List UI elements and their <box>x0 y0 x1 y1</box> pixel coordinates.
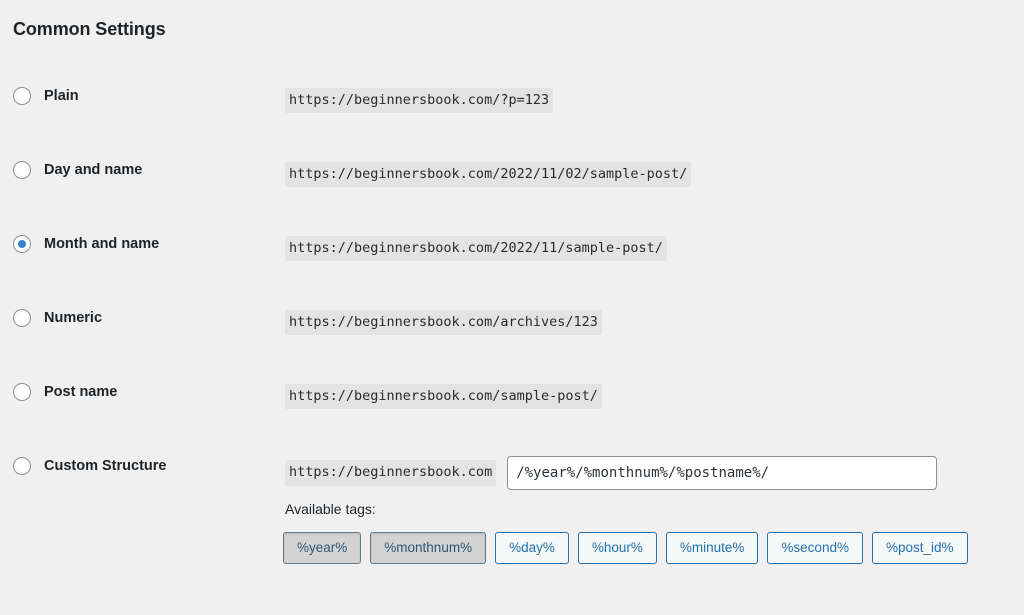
tag-button-day[interactable]: %day% <box>495 532 569 564</box>
available-tags-label: Available tags: <box>285 501 376 517</box>
permalink-example-url: https://beginnersbook.com/2022/11/sample… <box>285 236 667 262</box>
custom-structure-row: Custom Structure https://beginnersbook.co… <box>0 448 1024 578</box>
permalink-option-label: Post name <box>44 384 118 400</box>
permalink-option-numeric[interactable]: Numeric <box>13 309 102 327</box>
page-title: Common Settings <box>13 19 166 39</box>
permalink-option-row: Month and name https://beginnersbook.com/… <box>0 226 1024 300</box>
tag-button-minute[interactable]: %minute% <box>665 532 759 564</box>
permalink-example-url: https://beginnersbook.com/archives/123 <box>285 310 602 336</box>
permalink-option-label: Day and name <box>44 162 143 178</box>
permalink-option-row: Plain https://beginnersbook.com/?p=123 <box>0 78 1024 152</box>
permalink-option-month-and-name[interactable]: Month and name <box>13 235 159 253</box>
tag-button-second[interactable]: %second% <box>767 532 863 564</box>
available-tags-list: %year% %monthnum% %day% %hour% %minute% %seco… <box>283 532 968 564</box>
permalink-example-cell: https://beginnersbook.com/2022/11/sample… <box>285 236 667 262</box>
custom-structure-label: Custom Structure <box>44 458 167 474</box>
site-url-prefix: https://beginnersbook.com <box>285 460 497 486</box>
permalink-option-row: Numeric https://beginnersbook.com/archive… <box>0 300 1024 374</box>
permalink-example-cell: https://beginnersbook.com/sample-post/ <box>285 384 602 410</box>
radio-button-custom-structure[interactable] <box>13 457 31 475</box>
permalink-option-custom-structure[interactable]: Custom Structure <box>13 457 166 475</box>
radio-button-day-and-name[interactable] <box>13 161 31 179</box>
permalink-option-day-and-name[interactable]: Day and name <box>13 161 142 179</box>
radio-button-plain[interactable] <box>13 87 31 105</box>
radio-button-numeric[interactable] <box>13 309 31 327</box>
permalink-option-row: Post name https://beginnersbook.com/sampl… <box>0 374 1024 448</box>
permalink-example-url: https://beginnersbook.com/sample-post/ <box>285 384 602 410</box>
permalink-example-url: https://beginnersbook.com/2022/11/02/sam… <box>285 162 692 188</box>
tag-button-post_id[interactable]: %post_id% <box>871 532 968 564</box>
custom-structure-input[interactable] <box>507 456 938 490</box>
permalink-example-cell: https://beginnersbook.com/?p=123 <box>285 88 554 114</box>
permalink-settings-page: Common Settings Plain https://beginnersbo… <box>0 0 1024 615</box>
permalink-option-post-name[interactable]: Post name <box>13 383 117 401</box>
permalink-option-row: Day and name https://beginnersbook.com/20… <box>0 152 1024 226</box>
permalink-option-label: Plain <box>44 88 79 104</box>
tag-button-monthnum[interactable]: %monthnum% <box>370 532 487 564</box>
tag-button-year[interactable]: %year% <box>283 532 362 564</box>
custom-structure-field-group: https://beginnersbook.com <box>285 456 938 490</box>
permalink-option-plain[interactable]: Plain <box>13 87 79 105</box>
tag-button-hour[interactable]: %hour% <box>577 532 657 564</box>
permalink-example-url: https://beginnersbook.com/?p=123 <box>285 88 554 114</box>
permalink-example-cell: https://beginnersbook.com/2022/11/02/sam… <box>285 162 692 188</box>
radio-button-post-name[interactable] <box>13 383 31 401</box>
permalink-option-label: Numeric <box>44 310 103 326</box>
radio-button-month-and-name[interactable] <box>13 235 31 253</box>
permalink-options-list: Plain https://beginnersbook.com/?p=123 Day… <box>0 78 1024 578</box>
permalink-option-label: Month and name <box>44 236 160 252</box>
permalink-example-cell: https://beginnersbook.com/archives/123 <box>285 310 602 336</box>
